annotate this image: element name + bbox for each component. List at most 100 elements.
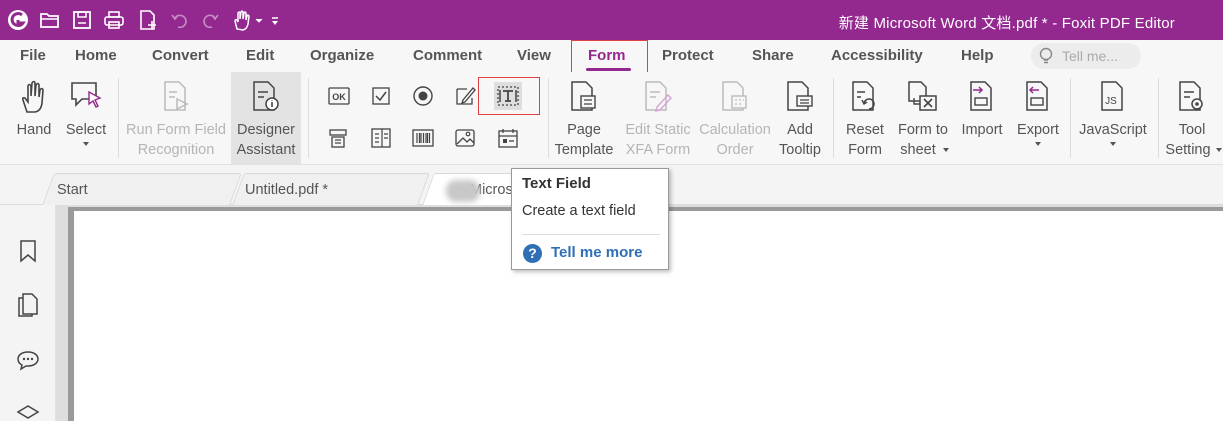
export-dropdown-arrow	[1035, 142, 1041, 146]
run-form-field-recognition-button[interactable]: Run Form Field Recognition	[124, 72, 228, 164]
push-button-icon[interactable]: OK	[325, 82, 353, 110]
customize-icon[interactable]	[268, 8, 282, 32]
form-to-sheet-label-1: Form to	[898, 122, 948, 138]
page-template-label-1: Page	[567, 122, 601, 138]
list-box-icon[interactable]	[367, 124, 395, 152]
undo-icon[interactable]	[168, 8, 192, 32]
comments-icon[interactable]	[15, 347, 41, 373]
import-label: Import	[961, 122, 1003, 138]
pages-icon[interactable]	[15, 292, 41, 318]
menu-organize[interactable]: Organize	[310, 47, 374, 64]
open-icon[interactable]	[38, 8, 62, 32]
hand-tool-icon[interactable]	[230, 8, 268, 32]
javascript-icon: JS	[1099, 80, 1127, 115]
calculation-order-button[interactable]: Calculation Order	[699, 72, 771, 164]
edit-static-label-1: Edit Static	[625, 122, 691, 138]
reset-form-label-1: Reset	[846, 122, 884, 138]
add-tooltip-label-1: Add	[787, 122, 813, 138]
foxit-logo-icon[interactable]	[6, 8, 30, 32]
menu-file[interactable]: File	[20, 47, 46, 64]
run-form-field-label-1: Run Form Field	[126, 122, 226, 138]
page-template-icon	[569, 80, 599, 115]
tab-untitled-label: Untitled.pdf *	[245, 182, 329, 198]
select-dropdown-arrow	[83, 142, 89, 146]
select-label: Select	[65, 122, 107, 138]
menu-bar: File Home Convert Edit Organize Comment …	[0, 40, 1223, 76]
page-template-label-2: Template	[554, 142, 614, 158]
separator	[833, 78, 834, 158]
text-field-icon[interactable]	[494, 82, 522, 110]
redo-icon[interactable]	[198, 8, 222, 32]
separator	[1070, 78, 1071, 158]
combo-box-icon[interactable]	[325, 124, 353, 152]
select-button[interactable]: Select	[62, 72, 110, 164]
print-icon[interactable]	[101, 8, 127, 32]
separator	[118, 78, 119, 158]
form-to-sheet-dropdown-arrow	[943, 148, 949, 152]
export-icon	[1024, 80, 1052, 115]
tool-setting-button[interactable]: Tool Setting	[1164, 72, 1222, 164]
new-icon[interactable]	[136, 8, 160, 32]
form-to-sheet-icon	[906, 80, 940, 115]
bookmark-icon[interactable]	[15, 238, 41, 264]
menu-convert[interactable]: Convert	[152, 47, 209, 64]
hand-button[interactable]: Hand	[12, 72, 56, 164]
import-icon	[968, 80, 996, 115]
add-tooltip-button[interactable]: Add Tooltip	[774, 72, 826, 164]
export-button[interactable]: Export	[1012, 72, 1064, 164]
redacted-region	[446, 180, 480, 202]
title-bar: 新建 Microsoft Word 文档.pdf * - Foxit PDF E…	[0, 0, 1223, 40]
menu-view[interactable]: View	[517, 47, 551, 64]
signature-field-icon[interactable]	[451, 82, 479, 110]
push-button-text: OK	[332, 92, 346, 102]
image-field-icon[interactable]	[451, 124, 479, 152]
active-tab-underline	[586, 68, 631, 71]
select-icon	[69, 80, 103, 113]
import-button[interactable]: Import	[957, 72, 1007, 164]
tell-me-search[interactable]: Tell me...	[1031, 43, 1141, 69]
javascript-dropdown-arrow	[1110, 142, 1116, 146]
tool-setting-label-1: Tool	[1178, 122, 1206, 138]
barcode-icon[interactable]	[409, 124, 437, 152]
designer-assistant-button[interactable]: Designer Assistant	[231, 72, 301, 164]
page-template-button[interactable]: Page Template	[551, 72, 617, 164]
menu-share[interactable]: Share	[752, 47, 794, 64]
edit-static-xfa-form-button[interactable]: Edit Static XFA Form	[620, 72, 696, 164]
menu-protect[interactable]: Protect	[662, 47, 714, 64]
edit-static-label-2: XFA Form	[625, 142, 691, 158]
menu-accessibility[interactable]: Accessibility	[831, 47, 923, 64]
text-field-tooltip: Text Field Create a text field ? Tell me…	[511, 168, 669, 270]
tell-me-more-link[interactable]: Tell me more	[551, 244, 642, 261]
layers-icon[interactable]	[15, 400, 41, 421]
javascript-button[interactable]: JS JavaScript	[1076, 72, 1150, 164]
reset-form-button[interactable]: Reset Form	[840, 72, 890, 164]
edit-xfa-icon	[643, 80, 673, 115]
reset-form-icon	[850, 80, 880, 115]
menu-help[interactable]: Help	[961, 47, 994, 64]
separator	[308, 78, 309, 158]
hand-icon	[20, 80, 48, 117]
menu-comment[interactable]: Comment	[413, 47, 482, 64]
menu-edit[interactable]: Edit	[246, 47, 274, 64]
date-field-icon[interactable]	[494, 124, 522, 152]
separator	[1158, 78, 1159, 158]
tab-start-label: Start	[57, 182, 88, 198]
ribbon: Hand Select Run Form Field Recognition D…	[0, 72, 1223, 165]
designer-label-1: Designer	[236, 122, 296, 138]
designer-assistant-icon	[251, 80, 281, 115]
run-form-field-label-2: Recognition	[137, 142, 215, 158]
navigation-panel	[0, 205, 56, 421]
save-icon[interactable]	[70, 8, 94, 32]
tooltip-divider	[522, 234, 660, 235]
reset-form-label-2: Form	[848, 142, 882, 158]
tool-setting-icon	[1177, 80, 1207, 115]
menu-home[interactable]: Home	[75, 47, 117, 64]
check-box-icon[interactable]	[367, 82, 395, 110]
add-tooltip-label-2: Tooltip	[779, 142, 821, 158]
menu-form[interactable]: Form	[588, 47, 626, 64]
help-icon[interactable]: ?	[523, 244, 542, 263]
radio-button-icon[interactable]	[409, 82, 437, 110]
tell-me-placeholder: Tell me...	[1062, 48, 1119, 64]
form-to-sheet-button[interactable]: Form to sheet	[893, 72, 953, 164]
tool-setting-dropdown-arrow	[1216, 148, 1222, 152]
